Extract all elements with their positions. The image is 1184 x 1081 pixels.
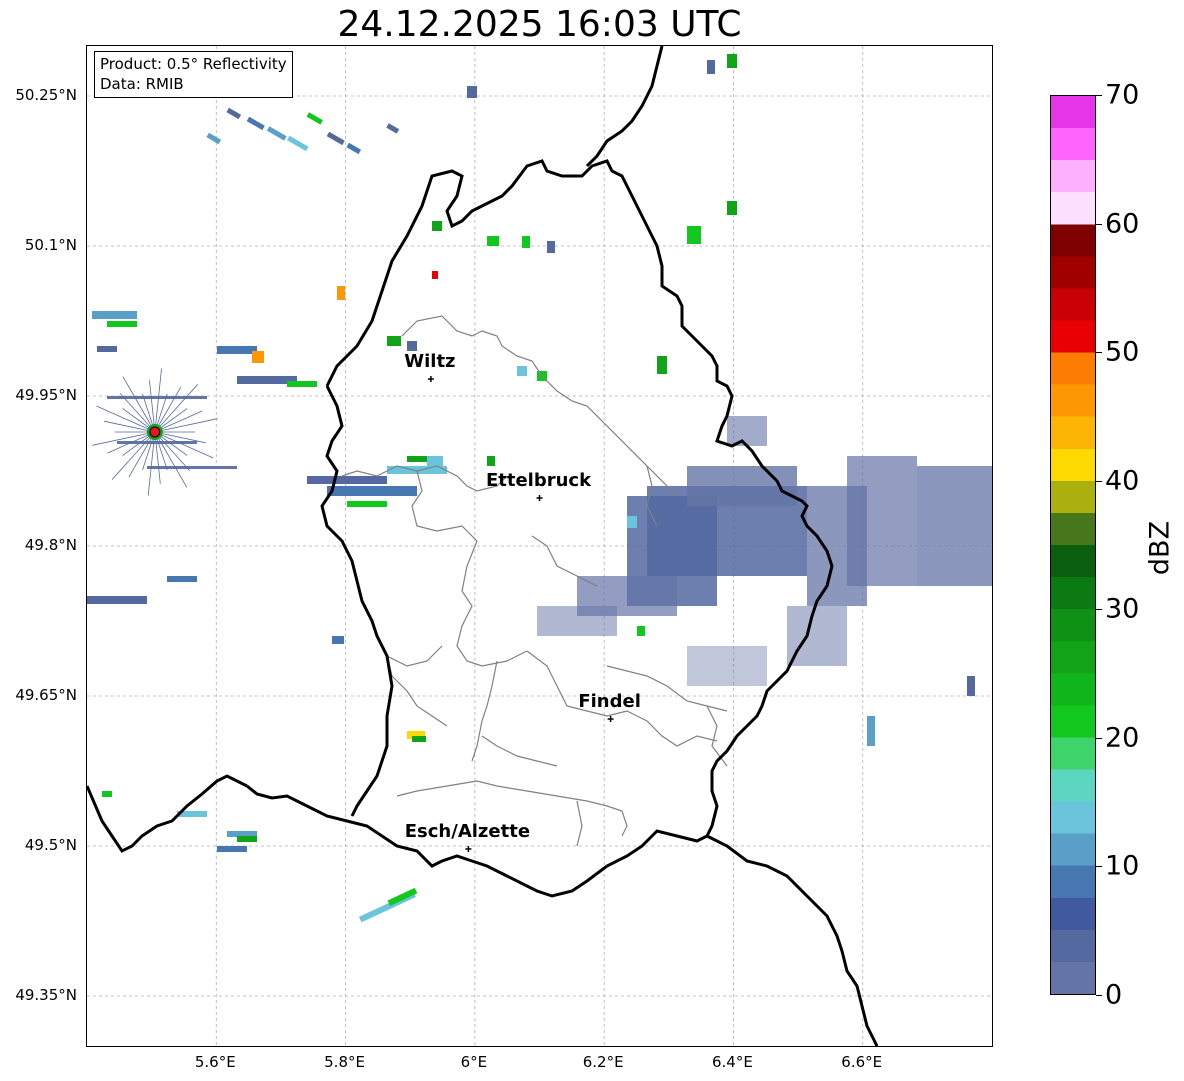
colorbar-tick-label: 70 <box>1105 79 1140 111</box>
longitude-tick-label: 6°E <box>460 1053 488 1071</box>
colorbar-tick <box>1096 866 1102 868</box>
city-label: Ettelbruck <box>485 470 592 491</box>
latitude-tick-label: 49.8°N <box>24 536 77 554</box>
city-label: Findel <box>578 691 641 712</box>
latitude-tick-label: 49.35°N <box>15 986 77 1004</box>
colorbar-tick <box>1096 95 1102 96</box>
radar-site-icon <box>149 426 161 438</box>
latitude-tick-label: 49.95°N <box>15 386 77 404</box>
city-label: Esch/Alzette <box>404 821 531 842</box>
colorbar <box>1050 95 1096 995</box>
product-label: Product: 0.5° Reflectivity <box>100 55 287 73</box>
echo-band-west <box>87 311 447 644</box>
longitude-tick-label: 6.4°E <box>712 1053 753 1071</box>
longitude-tick-label: 5.6°E <box>194 1053 236 1071</box>
radar-clutter-spoke <box>111 431 156 480</box>
colorbar-tick-label: 50 <box>1105 336 1140 368</box>
colorbar-tick <box>1096 352 1102 354</box>
colorbar-tick-label: 30 <box>1105 593 1140 625</box>
latitude-tick-label: 50.25°N <box>15 86 77 104</box>
radar-clutter-spoke <box>96 405 156 433</box>
colorbar-tick-label: 20 <box>1105 722 1140 754</box>
longitude-tick-label: 6.2°E <box>582 1053 624 1071</box>
city-marker-icon <box>536 495 543 501</box>
colorbar-tick <box>1096 995 1102 996</box>
longitude-tick-label: 5.8°E <box>324 1053 365 1071</box>
latitude-tick-label: 49.5°N <box>24 836 77 854</box>
radar-map-canvas <box>87 46 992 1046</box>
product-info-box: Product: 0.5° Reflectivity Data: RMIB <box>94 51 293 98</box>
colorbar-tick <box>1096 609 1102 611</box>
colorbar-tick-label: 40 <box>1105 465 1140 497</box>
map-title: 24.12.2025 16:03 UTC <box>337 4 742 45</box>
radar-clutter-spoke <box>154 431 214 459</box>
radar-map[interactable] <box>86 45 993 1047</box>
colorbar-tick <box>1096 480 1102 482</box>
city-marker-icon <box>465 846 472 852</box>
latitude-tick-label: 50.1°N <box>24 236 77 254</box>
radar-clutter-spoke <box>154 384 198 433</box>
colorbar-tick-label: 10 <box>1105 850 1140 882</box>
colorbar-tick <box>1096 737 1102 739</box>
city-marker-icon <box>427 376 434 382</box>
latitude-tick-label: 49.65°N <box>15 686 77 704</box>
colorbar-tick <box>1096 223 1102 225</box>
longitude-tick-label: 6.6°E <box>841 1053 883 1071</box>
radar-site-marker <box>92 368 218 496</box>
colorbar-unit-label: dBZ <box>1144 520 1176 576</box>
city-marker-icon <box>607 716 614 722</box>
data-source-label: Data: RMIB <box>100 75 184 93</box>
colorbar-tick-label: 0 <box>1105 979 1123 1011</box>
city-label: Wiltz <box>404 351 456 372</box>
colorbar-tick-label: 60 <box>1105 208 1140 240</box>
